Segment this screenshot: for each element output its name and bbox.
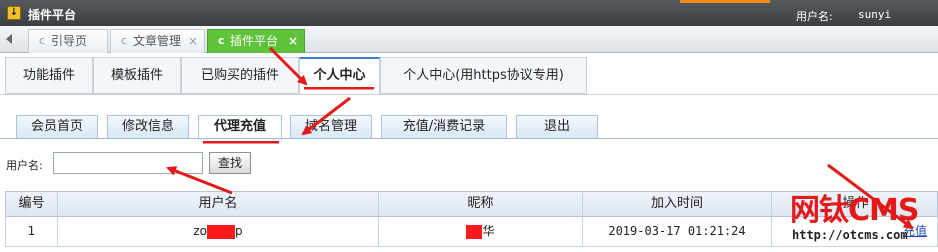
search-button[interactable]: 查找 — [209, 152, 251, 174]
refresh-icon[interactable]: c — [121, 30, 127, 52]
tab-article-management[interactable]: c 文章管理 × — [110, 29, 205, 53]
main-tab-personal-center-https[interactable]: 个人中心(用https协议专用) — [380, 57, 587, 94]
column-header-id: 编号 — [6, 192, 58, 216]
redaction-block — [207, 224, 235, 239]
tab-guide[interactable]: c 引导页 — [28, 29, 108, 53]
refresh-icon[interactable]: c — [218, 30, 225, 52]
cell-join-time: 2019-03-17 01:21:24 — [583, 217, 772, 246]
main-tab-purchased-plugins[interactable]: 已购买的插件 — [181, 57, 299, 94]
search-username-label: 用户名: — [6, 159, 43, 172]
cell-nickname: 华 — [379, 217, 583, 246]
refresh-icon[interactable]: c — [39, 30, 45, 52]
close-icon[interactable]: × — [188, 30, 198, 52]
sub-tab-edit-info[interactable]: 修改信息 — [107, 115, 189, 139]
cell-username: zo p — [58, 217, 379, 246]
close-icon[interactable]: × — [288, 30, 298, 52]
username-search-input[interactable] — [53, 152, 203, 174]
title-bar: ↓ 插件平台 用户名: sunyi — [0, 0, 938, 26]
tab-label: 文章管理 — [133, 34, 182, 48]
main-tab-personal-center[interactable]: 个人中心 — [299, 57, 380, 94]
download-app-icon: ↓ — [7, 6, 21, 20]
tab-plugin-platform[interactable]: c 插件平台 × — [207, 29, 305, 53]
main-nav-divider — [0, 94, 938, 95]
redaction-block — [466, 224, 483, 239]
sub-nav-divider — [0, 138, 938, 139]
column-header-join-time: 加入时间 — [583, 192, 772, 216]
column-header-nickname: 昵称 — [379, 192, 583, 216]
sub-tab-logout[interactable]: 退出 — [516, 115, 598, 139]
app-title: 插件平台 — [28, 8, 77, 22]
main-tab-template-plugins[interactable]: 模板插件 — [93, 57, 181, 94]
sub-tab-member-home[interactable]: 会员首页 — [16, 115, 98, 139]
main-tab-feature-plugins[interactable]: 功能插件 — [5, 57, 93, 94]
column-header-username: 用户名 — [58, 192, 379, 216]
username-value: sunyi — [858, 8, 892, 21]
nickname-suffix: 华 — [482, 224, 495, 238]
sub-tab-agent-recharge[interactable]: 代理充值 — [198, 115, 282, 139]
watermark-url: http://otcms.com — [792, 228, 908, 242]
username-prefix: zo — [193, 224, 207, 238]
tab-scroll-left-icon[interactable] — [6, 34, 12, 44]
plugin-platform-window: ↓ 插件平台 用户名: sunyi c 引导页 c 文章管理 × c 插件平台 … — [0, 0, 938, 252]
window-tab-strip: c 引导页 c 文章管理 × c 插件平台 × — [0, 26, 938, 53]
tab-label: 引导页 — [51, 34, 88, 48]
tab-label: 插件平台 — [230, 34, 279, 48]
sub-tab-domain-management[interactable]: 域名管理 — [290, 115, 372, 139]
sub-tab-recharge-records[interactable]: 充值/消费记录 — [381, 115, 507, 139]
watermark-logo-text: 网钛CMS — [790, 193, 919, 228]
username-suffix: p — [235, 224, 243, 238]
username-label: 用户名: — [796, 10, 833, 23]
cell-id: 1 — [6, 217, 58, 246]
title-bar-accent-strip — [680, 0, 770, 3]
